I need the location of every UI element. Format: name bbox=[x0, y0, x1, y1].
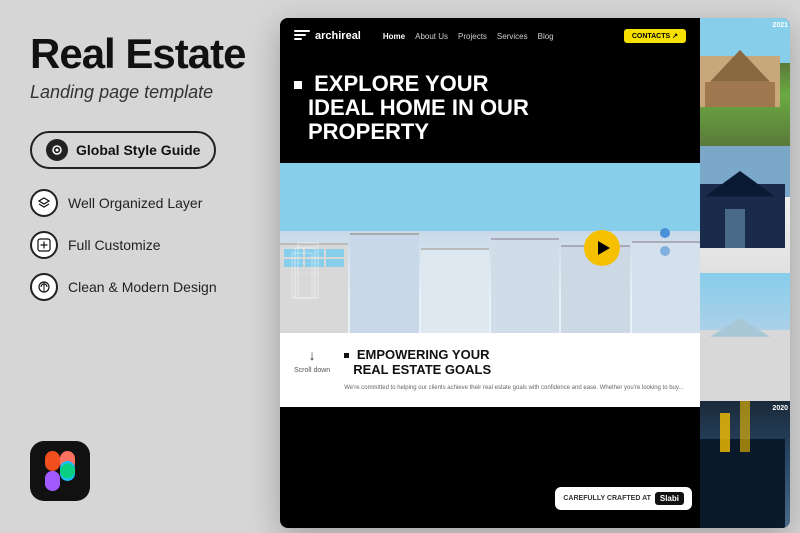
nav-link-about[interactable]: About Us bbox=[415, 32, 448, 41]
crafted-badge: CAREFULLY CRAFTED AT Slabi bbox=[555, 487, 692, 510]
feature-customize-label: Full Customize bbox=[68, 237, 161, 253]
mock-logo: archireal bbox=[294, 30, 361, 42]
mock-nav-links: Home About Us Projects Services Blog bbox=[383, 32, 554, 41]
section2-title: EMPOWERING YOUR REAL ESTATE GOALS bbox=[344, 347, 686, 378]
strip-img-2 bbox=[690, 146, 790, 274]
hero-bullet bbox=[294, 81, 302, 89]
figma-logo bbox=[30, 441, 90, 501]
style-guide-label: Global Style Guide bbox=[76, 142, 200, 158]
section2-content: EMPOWERING YOUR REAL ESTATE GOALS We're … bbox=[344, 347, 686, 393]
building-2 bbox=[350, 233, 418, 333]
right-strip: 2021 2020 bbox=[690, 18, 790, 528]
year-label-2: 2020 bbox=[772, 405, 788, 412]
nav-link-services[interactable]: Services bbox=[497, 32, 528, 41]
nav-link-home[interactable]: Home bbox=[383, 32, 405, 41]
strip-img-4: 2020 bbox=[690, 401, 790, 529]
mock-house-img bbox=[280, 163, 700, 333]
features-list: Well Organized Layer Full Customize Cle bbox=[30, 189, 280, 301]
slabs-brand: Slabi bbox=[655, 492, 684, 505]
mock-hero-title: EXPLORE YOUR IDEAL HOME IN OUR PROPERTY bbox=[294, 72, 686, 145]
mock-logo-icon bbox=[294, 30, 310, 42]
main-title: Real Estate bbox=[30, 32, 280, 76]
nav-link-blog[interactable]: Blog bbox=[538, 32, 554, 41]
strip-img-3 bbox=[690, 273, 790, 401]
feature-organized-label: Well Organized Layer bbox=[68, 195, 202, 211]
feature-design: Clean & Modern Design bbox=[30, 273, 280, 301]
mock-logo-text: archireal bbox=[315, 30, 361, 42]
mock-nav: archireal Home About Us Projects Service… bbox=[280, 18, 700, 54]
feature-design-label: Clean & Modern Design bbox=[68, 279, 217, 295]
year-label-1: 2021 bbox=[772, 22, 788, 29]
layers-icon bbox=[30, 189, 58, 217]
design-icon bbox=[30, 273, 58, 301]
strip-img-1: 2021 bbox=[690, 18, 790, 146]
nav-link-projects[interactable]: Projects bbox=[458, 32, 487, 41]
decorative-dots bbox=[660, 228, 670, 256]
website-mockup: archireal Home About Us Projects Service… bbox=[280, 18, 700, 528]
arch-wireframe bbox=[290, 228, 350, 308]
scroll-down: ↓ Scroll down bbox=[294, 347, 330, 393]
left-panel: Real Estate Landing page template Global… bbox=[0, 0, 310, 533]
feature-customize: Full Customize bbox=[30, 231, 280, 259]
right-panel: 2021 2020 bbox=[280, 18, 790, 528]
play-button[interactable] bbox=[584, 230, 620, 266]
crafted-text: CAREFULLY CRAFTED AT bbox=[563, 495, 651, 502]
subtitle: Landing page template bbox=[30, 82, 280, 103]
mock-hero: EXPLORE YOUR IDEAL HOME IN OUR PROPERTY bbox=[280, 54, 700, 163]
mock-nav-cta[interactable]: CONTACTS ↗ bbox=[624, 29, 686, 43]
building-4 bbox=[491, 238, 559, 333]
section2-bullet bbox=[344, 353, 349, 358]
building-3 bbox=[421, 248, 489, 333]
feature-organized: Well Organized Layer bbox=[30, 189, 280, 217]
section2-body: We're committed to helping our clients a… bbox=[344, 384, 686, 393]
mock-section2: ↓ Scroll down EMPOWERING YOUR REAL ESTAT… bbox=[280, 333, 700, 407]
sliders-icon bbox=[30, 231, 58, 259]
style-guide-badge: Global Style Guide bbox=[30, 131, 216, 169]
style-guide-icon bbox=[46, 139, 68, 161]
